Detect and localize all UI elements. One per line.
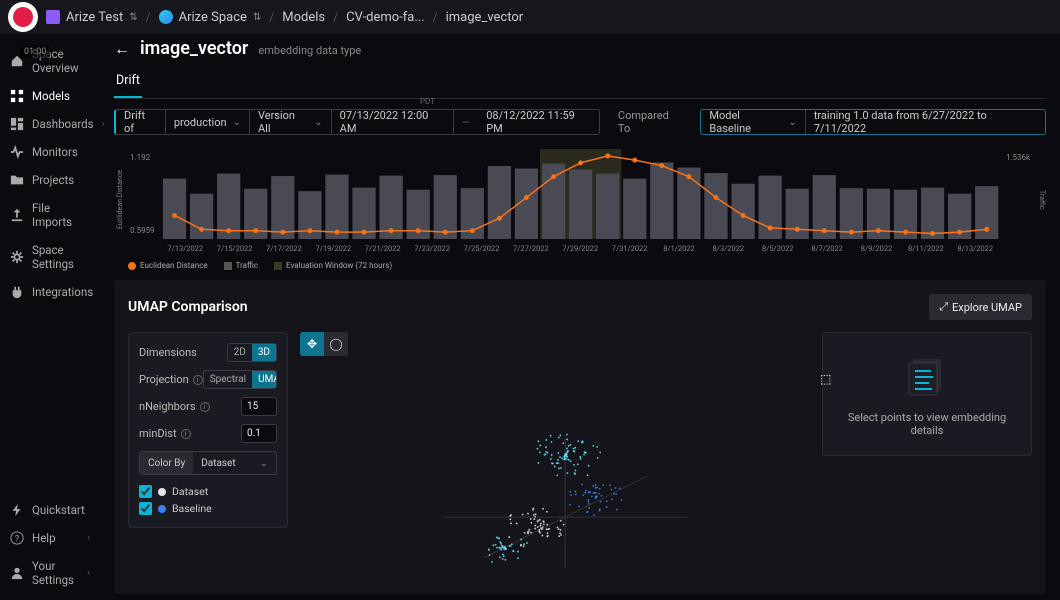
info-icon[interactable]: i	[181, 429, 191, 439]
sidebar-item-dashboards[interactable]: Dashboards ›	[0, 110, 100, 138]
sidebar-item-help[interactable]: ? Help ›	[0, 524, 100, 552]
pulse-icon	[10, 145, 24, 159]
umap-panel: UMAP Comparison ⤢ Explore UMAP Dimension…	[114, 280, 1046, 594]
sidebar-item-models[interactable]: Models	[0, 82, 100, 110]
info-icon[interactable]: i	[200, 402, 210, 412]
y-axis-left-title: Euclidean Distance	[114, 170, 124, 229]
dashboard-icon	[10, 117, 24, 131]
proj-umap-button[interactable]: UMAP	[252, 371, 277, 388]
drift-of-selector[interactable]: Drift of production⌄ Version All⌄ 07/13/…	[114, 109, 600, 135]
page-subtitle: embedding data type	[258, 44, 361, 57]
folder-icon	[10, 173, 24, 187]
chevron-down-icon: ⌄	[233, 117, 241, 128]
projection-label: Projectioni	[139, 373, 203, 386]
sidebar-item-space-overview[interactable]: Space Overview	[0, 40, 100, 82]
help-icon: ?	[10, 531, 24, 545]
proj-spectral-button[interactable]: Spectral	[204, 371, 252, 388]
mindist-label: minDisti	[139, 427, 191, 440]
tab-drift[interactable]: Drift	[114, 67, 142, 98]
info-icon[interactable]: i	[193, 375, 203, 385]
pan-tool[interactable]: ✥	[300, 332, 324, 356]
gear-icon	[10, 250, 24, 264]
chevron-down-icon: ⌄	[788, 117, 796, 128]
back-arrow[interactable]: ←	[114, 39, 130, 59]
recording-timer: 01:00	[20, 46, 50, 58]
compared-to-label: Compared To	[610, 109, 690, 135]
plug-icon	[10, 285, 24, 299]
umap-config: Dimensions 2D 3D Projectioni Spectral UM…	[128, 332, 288, 528]
dim-2d-button[interactable]: 2D	[228, 344, 252, 361]
breadcrumb-models[interactable]: Models	[282, 10, 325, 25]
breadcrumb-embedding[interactable]: image_vector	[446, 10, 524, 25]
baseline-selector[interactable]: Model Baseline⌄ training 1.0 data from 6…	[700, 109, 1046, 135]
lasso-tool[interactable]: ◯	[324, 332, 348, 356]
umap-title: UMAP Comparison	[128, 299, 248, 315]
user-icon	[10, 566, 24, 580]
sidebar-item-integrations[interactable]: Integrations	[0, 278, 100, 306]
lightning-icon	[10, 503, 24, 517]
dataset-toggle[interactable]: Dataset	[139, 483, 277, 500]
grid-icon	[10, 89, 24, 103]
chevron-down-icon: ⌄	[260, 458, 268, 469]
cursor-icon: ⬚	[820, 372, 831, 386]
mindist-input[interactable]	[241, 424, 277, 443]
chevron-updown-icon: ⇅	[129, 12, 137, 23]
page-title: image_vector	[140, 38, 248, 59]
nneighbors-input[interactable]	[241, 397, 277, 416]
breadcrumb-bar: Arize Test ⇅ / Arize Space ⇅ / Models / …	[0, 0, 1060, 34]
sidebar-item-monitors[interactable]: Monitors	[0, 138, 100, 166]
dimensions-label: Dimensions	[139, 346, 197, 359]
baseline-toggle[interactable]: Baseline	[139, 500, 277, 517]
tabs: Drift	[114, 67, 1046, 99]
expand-icon: ⤢	[939, 300, 948, 314]
y-axis-right-title: Traffic	[1036, 190, 1046, 210]
nneighbors-label: nNeighborsi	[139, 400, 210, 413]
sidebar: Space Overview Models Dashboards › Monit…	[0, 34, 100, 600]
sidebar-item-space-settings[interactable]: Space Settings	[0, 236, 100, 278]
sidebar-item-your-settings[interactable]: Your Settings ›	[0, 552, 100, 594]
document-stack-icon	[903, 351, 951, 399]
upload-icon	[10, 208, 24, 222]
drift-chart: Euclidean Distance 1.192 0.5959 7/13/202…	[114, 145, 1046, 255]
chevron-updown-icon: ⇅	[253, 12, 261, 23]
recording-indicator	[8, 2, 38, 32]
dim-3d-button[interactable]: 3D	[252, 344, 276, 361]
breadcrumb-space[interactable]: Arize Space ⇅	[159, 10, 262, 25]
globe-icon	[159, 10, 173, 24]
umap-viz[interactable]: ✥ ◯ ⬚	[300, 332, 810, 580]
scatter-3d	[300, 332, 810, 580]
chevron-right-icon: ›	[87, 568, 90, 578]
color-by-selector[interactable]: Color By Dataset⌄	[139, 451, 277, 475]
chart-legend: Euclidean Distance Traffic Evaluation Wi…	[114, 255, 1046, 270]
chevron-right-icon: ›	[87, 533, 90, 543]
embedding-details-empty: Select points to view embedding details	[822, 332, 1032, 456]
org-icon	[46, 10, 60, 24]
breadcrumb-org[interactable]: Arize Test ⇅	[46, 10, 138, 25]
breadcrumb-model[interactable]: CV-demo-fa...	[346, 10, 425, 25]
explore-umap-button[interactable]: ⤢ Explore UMAP	[929, 294, 1032, 320]
sidebar-item-file-imports[interactable]: File Imports	[0, 194, 100, 236]
chevron-down-icon: ⌄	[314, 117, 322, 128]
sidebar-item-projects[interactable]: Projects	[0, 166, 100, 194]
svg-text:?: ?	[15, 535, 19, 545]
timezone-label: PDT	[420, 97, 435, 106]
sidebar-item-quickstart[interactable]: Quickstart	[0, 496, 100, 524]
